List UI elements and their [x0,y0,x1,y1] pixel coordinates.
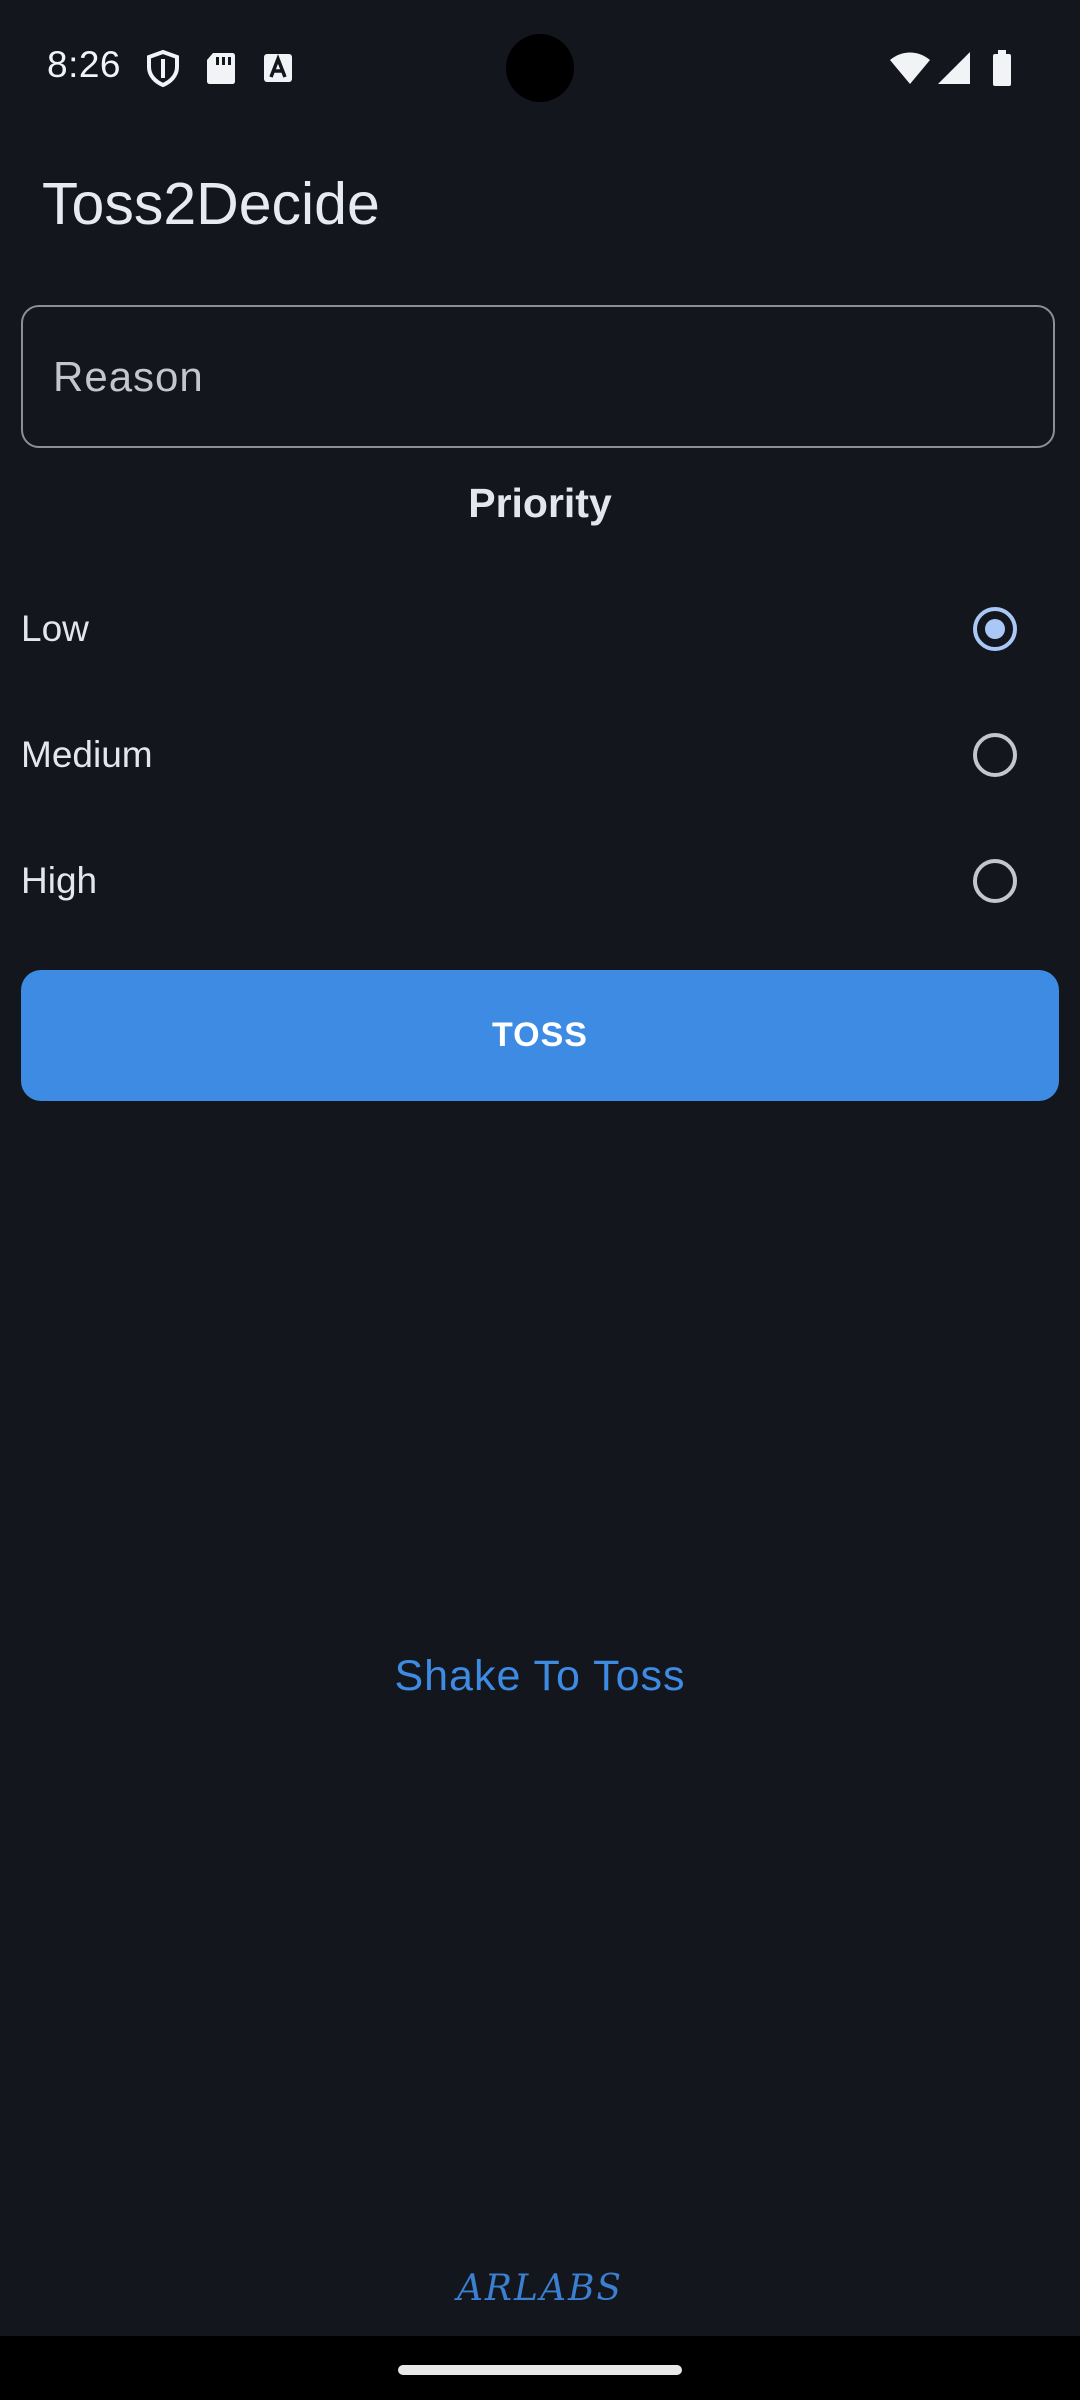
priority-option-low[interactable]: Low [0,566,1080,692]
priority-option-medium[interactable]: Medium [0,692,1080,818]
status-bar: 8:26 [0,0,1080,136]
priority-option-label: Low [21,608,89,649]
camera-cutout [506,34,574,102]
shield-icon [143,48,183,88]
radio-dot [985,619,1005,639]
priority-option-high[interactable]: High [0,818,1080,944]
reason-field[interactable] [21,305,1055,448]
toss-button[interactable]: TOSS [21,970,1059,1101]
priority-option-label: Medium [21,734,153,775]
radio-checked-icon[interactable] [973,607,1017,651]
priority-heading: Priority [468,480,612,526]
radio-unchecked-icon[interactable] [973,859,1017,903]
reason-input[interactable] [53,307,1023,446]
shake-to-toss-hint: Shake To Toss [394,1652,686,1700]
cell-signal-icon [934,48,974,88]
priority-option-label: High [21,860,98,901]
home-gesture-handle[interactable] [398,2365,682,2375]
radio-unchecked-icon[interactable] [973,733,1017,777]
status-time: 8:26 [47,44,122,85]
wifi-icon [888,48,932,88]
font-a-icon [258,48,298,88]
app-title: Toss2Decide [42,171,380,237]
arlabs-logo: ARLABS [456,2268,624,2309]
navigation-bar [0,2336,1080,2400]
sd-card-icon [201,48,241,88]
battery-icon [982,48,1022,88]
